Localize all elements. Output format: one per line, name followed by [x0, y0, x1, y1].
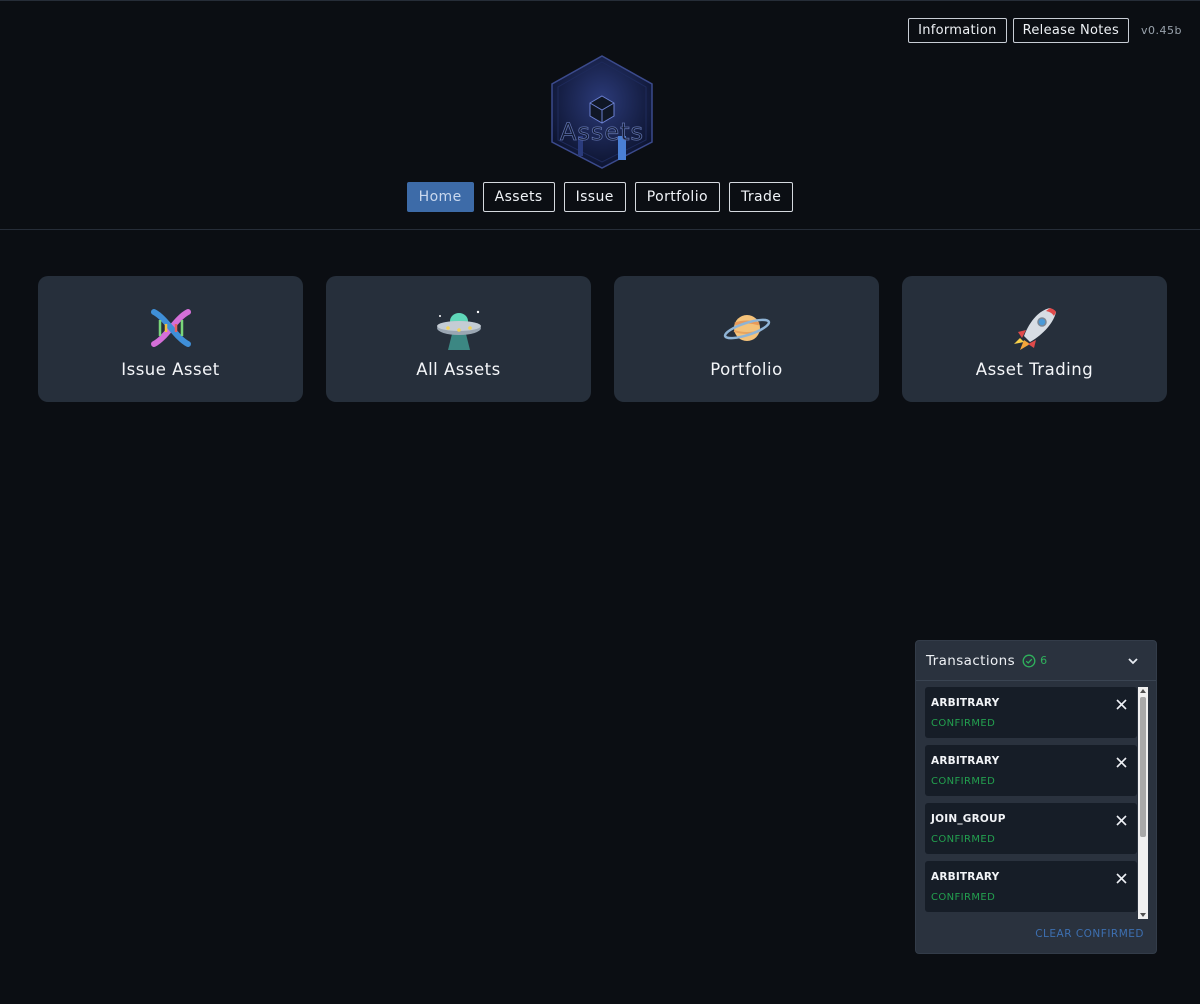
transaction-type: ARBITRARY: [931, 755, 1000, 767]
close-icon[interactable]: [1116, 815, 1127, 826]
transaction-status: CONFIRMED: [931, 718, 996, 729]
transaction-status: CONFIRMED: [931, 834, 996, 845]
version-label: v0.45b: [1141, 24, 1182, 37]
transactions-list[interactable]: ARBITRARY CONFIRMED ARBITRARY CONFIRMED …: [925, 687, 1137, 919]
transaction-item: ARBITRARY CONFIRMED: [925, 745, 1137, 796]
asset-trading-card[interactable]: Asset Trading: [902, 276, 1167, 402]
card-title: Asset Trading: [975, 360, 1094, 379]
transaction-status: CONFIRMED: [931, 776, 996, 787]
clear-confirmed-button[interactable]: CLEAR CONFIRMED: [1035, 928, 1144, 940]
scroll-up-arrow-icon[interactable]: [1139, 687, 1147, 695]
portfolio-card[interactable]: Portfolio: [614, 276, 879, 402]
header-actions: Information Release Notes v0.45b: [908, 18, 1182, 43]
transaction-item: ARBITRARY CONFIRMED: [925, 687, 1137, 738]
logo-text: Assets: [560, 118, 644, 146]
main-nav: Home Assets Issue Portfolio Trade: [0, 182, 1200, 212]
scroll-down-arrow-icon[interactable]: [1139, 911, 1147, 919]
release-notes-button[interactable]: Release Notes: [1012, 18, 1130, 43]
transaction-item: ARBITRARY CONFIRMED: [925, 861, 1137, 912]
ufo-icon: [436, 310, 481, 350]
nav-home-button[interactable]: Home: [406, 182, 474, 212]
nav-trade-button[interactable]: Trade: [728, 182, 794, 212]
planet-icon: [723, 315, 770, 341]
nav-issue-button[interactable]: Issue: [563, 182, 626, 212]
transaction-type: ARBITRARY: [931, 871, 1000, 883]
chevron-down-icon[interactable]: [1126, 654, 1140, 668]
all-assets-card[interactable]: All Assets: [326, 276, 591, 402]
transaction-type: ARBITRARY: [931, 697, 1000, 709]
card-title: Issue Asset: [121, 360, 220, 379]
transaction-item: JOIN_GROUP CONFIRMED: [925, 803, 1137, 854]
nav-portfolio-button[interactable]: Portfolio: [634, 182, 720, 212]
issue-asset-card[interactable]: Issue Asset: [38, 276, 303, 402]
home-cards: Issue Asset All Assets Portfolio Asset T…: [38, 276, 1167, 402]
rocket-icon: [1013, 308, 1056, 350]
transactions-panel: Transactions 6 ARBITRARY CONFIRMED ARBIT…: [915, 640, 1157, 954]
card-title: All Assets: [416, 360, 501, 379]
nav-assets-button[interactable]: Assets: [482, 182, 555, 212]
close-icon[interactable]: [1116, 699, 1127, 710]
assets-logo: Assets: [551, 55, 653, 169]
close-icon[interactable]: [1116, 757, 1127, 768]
dna-icon: [150, 309, 191, 347]
transactions-title: Transactions: [926, 652, 1016, 669]
confirmed-count: 6: [1040, 654, 1048, 667]
transactions-scrollbar[interactable]: [1138, 687, 1148, 919]
top-divider: [0, 0, 1200, 1]
transaction-type: JOIN_GROUP: [931, 813, 1006, 825]
transactions-header[interactable]: Transactions 6: [916, 641, 1156, 681]
card-title: Portfolio: [710, 360, 783, 379]
information-button[interactable]: Information: [908, 18, 1007, 43]
scrollbar-thumb[interactable]: [1140, 697, 1146, 837]
nav-divider: [0, 229, 1200, 230]
close-icon[interactable]: [1116, 873, 1127, 884]
transaction-status: CONFIRMED: [931, 892, 996, 903]
check-circle-icon: [1022, 654, 1036, 667]
